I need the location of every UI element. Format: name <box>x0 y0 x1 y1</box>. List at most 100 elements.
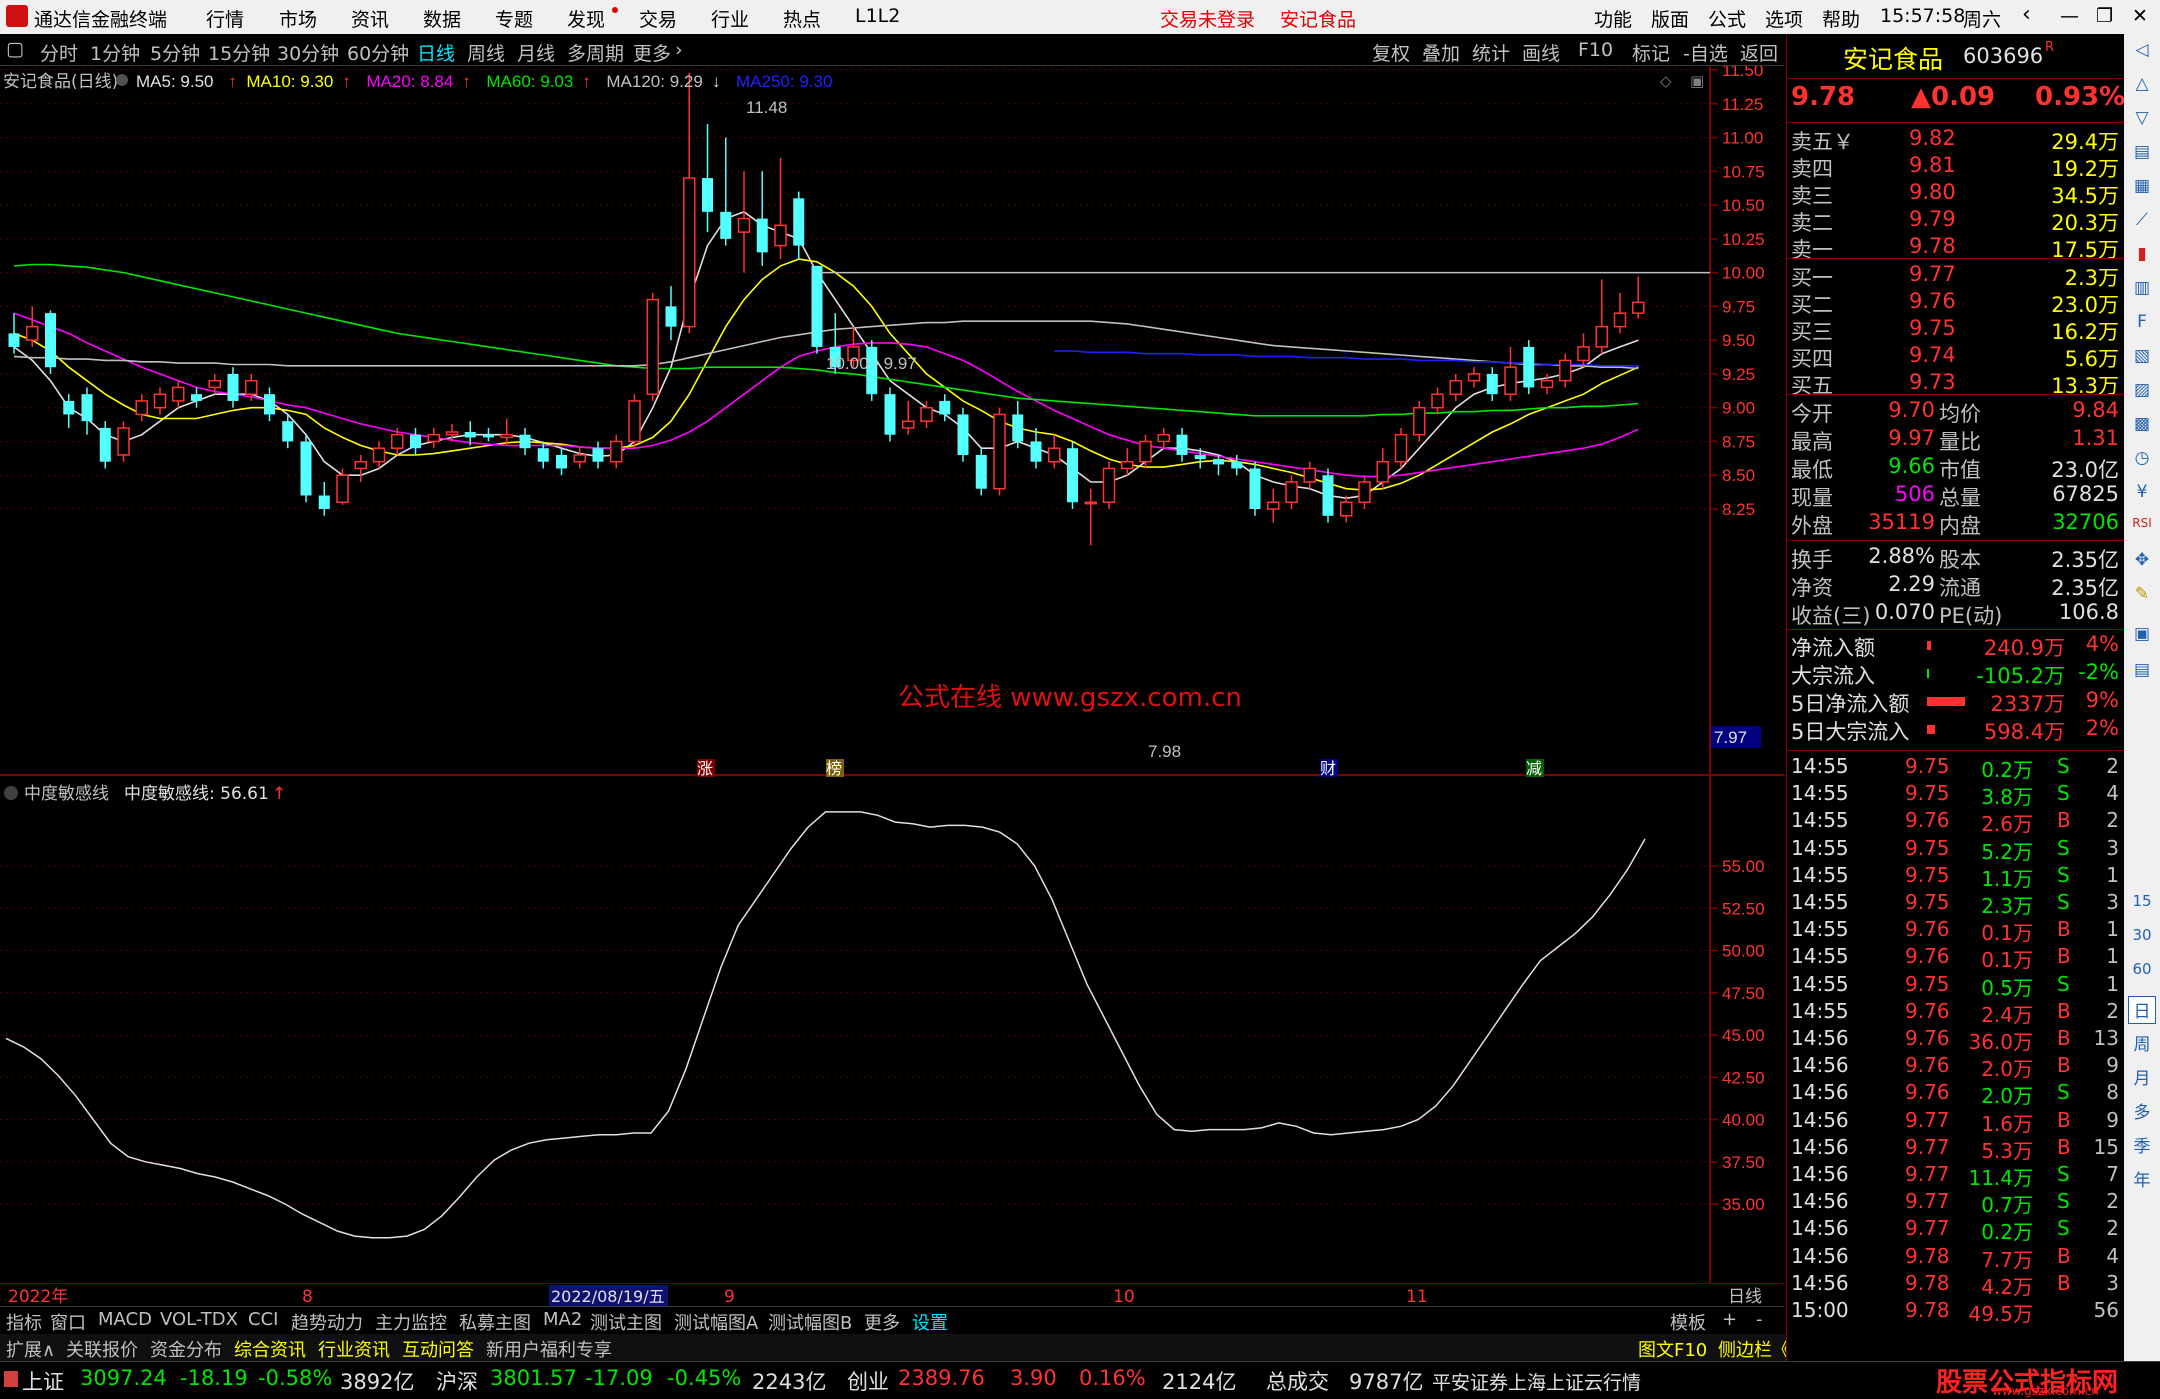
ask-row[interactable]: 卖三 9.80 34.5万 <box>1787 180 2125 208</box>
template-button[interactable]: 模板 <box>1670 1309 1706 1335</box>
menu-hangye[interactable]: 行业 <box>711 5 749 32</box>
tab-qushi[interactable]: 趋势动力 <box>291 1309 363 1335</box>
toolstrip-down-icon[interactable]: ▽ <box>2128 108 2156 136</box>
tab-ma2[interactable]: MA2 <box>543 1309 582 1330</box>
menu-gongshi[interactable]: 公式 <box>1708 5 1746 32</box>
toolstrip-table-icon[interactable]: ▧ <box>2128 346 2156 374</box>
candle[interactable] <box>884 387 896 442</box>
collapse-icon[interactable]: ▢ <box>6 38 24 60</box>
candle[interactable] <box>300 434 312 503</box>
ask-row[interactable]: 卖四 9.81 19.2万 <box>1787 153 2125 181</box>
period-weekly[interactable]: 周线 <box>467 39 505 66</box>
toolstrip-move-icon[interactable]: ✥ <box>2128 550 2156 578</box>
trade-login-status[interactable]: 交易未登录 <box>1160 5 1255 32</box>
candle[interactable] <box>811 265 823 354</box>
toolstrip-fs2-icon[interactable]: ▣ <box>2128 624 2156 652</box>
menu-shichang[interactable]: 市场 <box>279 5 317 32</box>
tool-huaxian[interactable]: 画线 <box>1522 39 1560 66</box>
menu-hangqing[interactable]: 行情 <box>206 5 244 32</box>
toolstrip-list-icon[interactable]: ▦ <box>2128 176 2156 204</box>
menu-zhuanti[interactable]: 专题 <box>495 5 533 32</box>
candle[interactable] <box>1102 461 1116 509</box>
tab-fuli[interactable]: 新用户福利专享 <box>486 1336 612 1362</box>
event-marker-cai[interactable]: 财 <box>1320 759 1336 777</box>
indicator-chart[interactable]: 55.00 52.50 50.00 47.50 45.00 42.50 40.00 37.50… <box>0 777 1784 1283</box>
restore-icon[interactable]: ❐ <box>2096 5 2113 27</box>
tool-fuquan[interactable]: 复权 <box>1372 39 1410 66</box>
minimize-icon[interactable]: — <box>2060 5 2079 27</box>
tab-simu[interactable]: 私募主图 <box>459 1309 531 1335</box>
chevron-right-icon[interactable]: › <box>675 39 683 61</box>
tab-zijin[interactable]: 资金分布 <box>150 1336 222 1362</box>
flow-row[interactable]: 5日大宗流入 598.4万 2% <box>1787 716 2125 744</box>
tab-cci[interactable]: CCI <box>248 1309 278 1330</box>
broker-name[interactable]: 平安证券上海上证云行情 <box>1432 1368 1641 1395</box>
period-5min[interactable]: 5分钟 <box>150 39 200 66</box>
bid-row[interactable]: 买一 9.77 2.3万 <box>1787 262 2125 290</box>
candle[interactable] <box>1394 427 1408 469</box>
toolstrip-period-year[interactable]: 年 <box>2128 1166 2156 1194</box>
tab-kuozhan[interactable]: 扩展∧ <box>6 1336 55 1362</box>
ask-row[interactable]: 卖五￥ 9.82 29.4万 <box>1787 126 2125 154</box>
tab-macd[interactable]: MACD <box>98 1309 152 1330</box>
period-1min[interactable]: 1分钟 <box>90 39 140 66</box>
menu-redian[interactable]: 热点 <box>783 5 821 32</box>
tab-chuangkou[interactable]: 窗口 <box>50 1309 86 1335</box>
menu-xuanxiang[interactable]: 选项 <box>1765 5 1803 32</box>
toolstrip-period-15[interactable]: 15 <box>2128 892 2156 920</box>
tab-sidebar[interactable]: 侧边栏《 <box>1718 1336 1790 1362</box>
candle[interactable] <box>1067 441 1078 509</box>
toolstrip-bookmark-icon[interactable]: ▤ <box>2128 142 2156 170</box>
flow-row[interactable]: 5日净流入额 2337万 9% <box>1787 688 2125 716</box>
candle[interactable] <box>975 448 987 496</box>
toolstrip-rsi-icon[interactable]: RSI <box>2128 516 2156 544</box>
toolstrip-period-day[interactable]: 日 <box>2128 996 2156 1024</box>
tab-hudong[interactable]: 互动问答 <box>402 1336 474 1362</box>
menu-zixun[interactable]: 资讯 <box>351 5 389 32</box>
ask-row[interactable]: 卖二 9.79 20.3万 <box>1787 207 2125 235</box>
candle[interactable] <box>646 292 659 401</box>
tool-f10[interactable]: F10 <box>1578 39 1613 61</box>
bid-row[interactable]: 买三 9.75 16.2万 <box>1787 316 2125 344</box>
tab-ceshi-a[interactable]: 测试幅图A <box>674 1309 758 1335</box>
toolstrip-clock-icon[interactable]: ◷ <box>2128 448 2156 476</box>
candle[interactable] <box>1322 468 1334 523</box>
menu-shuju[interactable]: 数据 <box>423 5 461 32</box>
candle[interactable] <box>117 421 130 462</box>
remove-window-button[interactable]: - <box>1756 1309 1763 1330</box>
hs-index-name[interactable]: 沪深 <box>436 1366 478 1396</box>
tab-guanlian[interactable]: 关联报价 <box>66 1336 138 1362</box>
toolstrip-up-icon[interactable]: △ <box>2128 74 2156 102</box>
tool-diejia[interactable]: 叠加 <box>1422 39 1460 66</box>
ask-row[interactable]: 卖一 9.78 17.5万 <box>1787 234 2125 262</box>
tab-more[interactable]: 更多 <box>864 1309 900 1335</box>
tool-biaoji[interactable]: 标记 <box>1632 39 1670 66</box>
toolstrip-period-month[interactable]: 月 <box>2128 1064 2156 1092</box>
legend-toggle-icon[interactable] <box>116 74 128 86</box>
candle[interactable] <box>957 407 969 462</box>
bid-row[interactable]: 买四 9.74 5.6万 <box>1787 343 2125 371</box>
toolstrip-period-season[interactable]: 季 <box>2128 1132 2156 1160</box>
tab-tuwen-f10[interactable]: 图文F10 <box>1638 1336 1707 1362</box>
cy-index-name[interactable]: 创业 <box>847 1366 889 1396</box>
period-fenshi[interactable]: 分时 <box>40 39 78 66</box>
tool-tongji[interactable]: 统计 <box>1472 39 1510 66</box>
candle[interactable] <box>1413 400 1426 442</box>
tab-zhuli[interactable]: 主力监控 <box>375 1309 447 1335</box>
toolstrip-f10-icon[interactable]: F <box>2128 312 2156 340</box>
toolstrip-collapse-icon[interactable]: ◁ <box>2128 40 2156 68</box>
toolstrip-pen-icon[interactable]: ✎ <box>2128 584 2156 612</box>
flow-row[interactable]: 净流入额 240.9万 4% <box>1787 632 2125 660</box>
candlestick-chart[interactable]: 11.50 11.25 11.00 10.75 10.50 10.25 10.00 9.75 9… <box>0 66 1784 777</box>
toolstrip-period-week[interactable]: 周 <box>2128 1030 2156 1058</box>
menu-l1l2[interactable]: L1L2 <box>855 5 900 27</box>
candle[interactable] <box>99 421 111 469</box>
chart-diamond-icon[interactable]: ◇ <box>1660 72 1672 90</box>
tab-hangye-zixun[interactable]: 行业资讯 <box>318 1336 390 1362</box>
chart-close-icon[interactable]: ▣ <box>1690 72 1704 90</box>
toolstrip-doc2-icon[interactable]: ▤ <box>2128 660 2156 688</box>
tool-zixuan[interactable]: -自选 <box>1683 39 1728 66</box>
toolstrip-doc-icon[interactable]: ▨ <box>2128 380 2156 408</box>
tab-ceshi-zhu[interactable]: 测试主图 <box>590 1309 662 1335</box>
period-daily[interactable]: 日线 <box>417 39 455 66</box>
